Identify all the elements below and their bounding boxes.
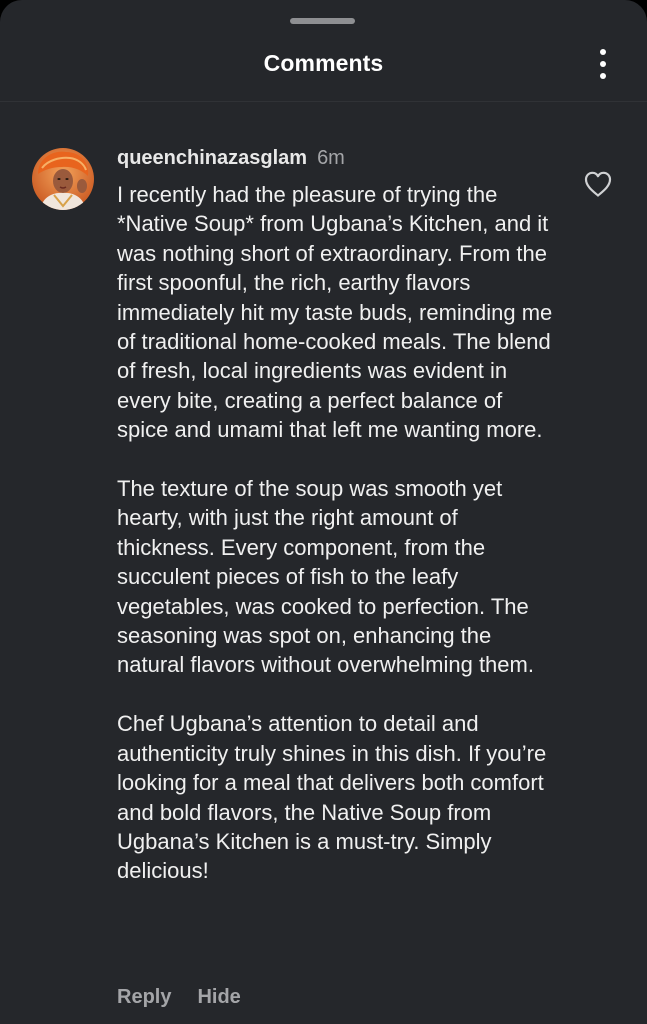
page-title: Comments <box>263 50 384 76</box>
comment-paragraph: I recently had the pleasure of trying th… <box>117 182 553 443</box>
dot <box>600 49 606 55</box>
comment-actions: Reply Hide <box>117 984 241 1010</box>
comment-header: queenchinazasglam 6m <box>117 145 345 171</box>
comment-text: I recently had the pleasure of trying th… <box>117 180 557 886</box>
avatar-image <box>32 148 94 210</box>
heart-icon-graphic <box>584 171 612 197</box>
more-options-icon[interactable] <box>588 44 618 84</box>
comments-sheet: Comments queenchinazasglam 6m I recently… <box>0 0 647 1024</box>
hide-button[interactable]: Hide <box>197 986 240 1008</box>
reply-button[interactable]: Reply <box>117 986 171 1008</box>
dot <box>600 73 606 79</box>
username[interactable]: queenchinazasglam <box>117 147 307 169</box>
timestamp: 6m <box>317 147 345 169</box>
header-divider <box>0 101 647 102</box>
heart-outline-icon[interactable] <box>583 170 613 198</box>
avatar[interactable] <box>32 148 94 210</box>
dot <box>600 61 606 67</box>
comment-paragraph: The texture of the soup was smooth yet h… <box>117 476 534 678</box>
drag-handle[interactable] <box>290 18 355 24</box>
comment-paragraph: Chef Ugbana’s attention to detail and au… <box>117 711 547 884</box>
